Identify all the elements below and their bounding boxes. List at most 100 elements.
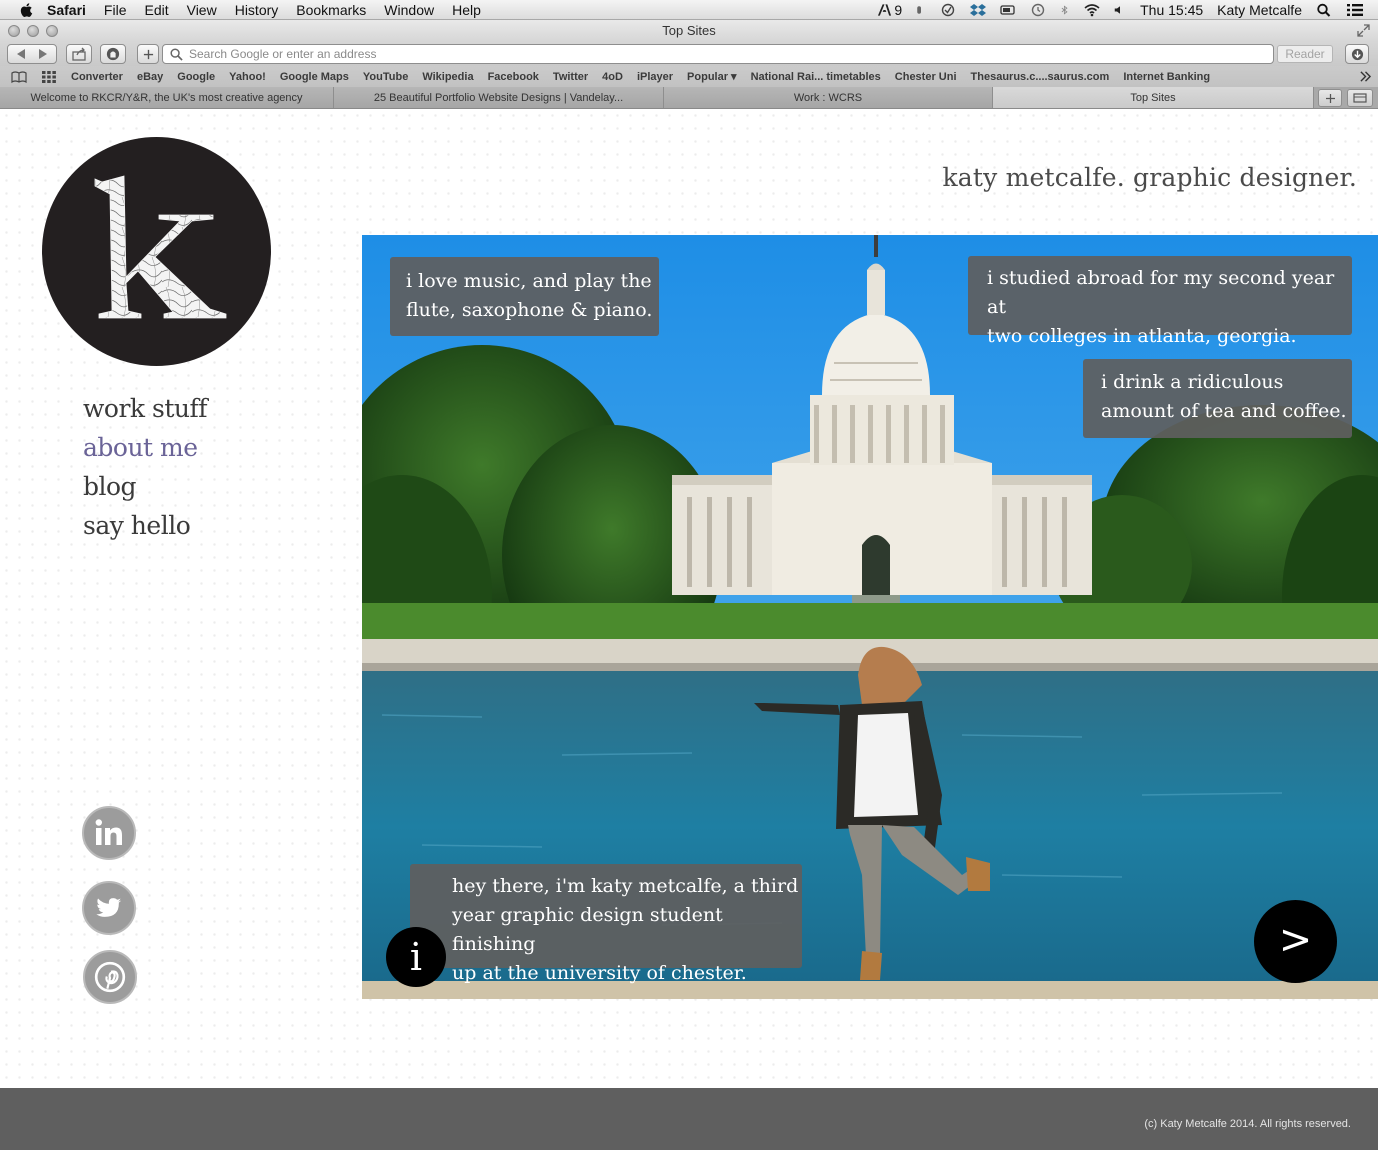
linkedin-button[interactable] <box>82 806 136 860</box>
window-title: Top Sites <box>662 23 716 38</box>
download-icon <box>1351 48 1363 60</box>
tab-title: Welcome to RKCR/Y&R, the UK's most creat… <box>30 91 303 104</box>
ghostery-button[interactable] <box>100 44 126 64</box>
search-icon <box>170 47 183 61</box>
nav-say-hello[interactable]: say hello <box>83 510 207 549</box>
menu-file[interactable]: File <box>104 2 127 18</box>
info-button[interactable]: i <box>386 927 446 987</box>
twitter-button[interactable] <box>82 881 136 935</box>
bubble-line: i studied abroad for my second year at <box>987 267 1335 318</box>
bubble-line: up at the university of chester. <box>452 962 747 984</box>
bubble-line: i drink a ridiculous <box>1101 371 1284 393</box>
adobe-icon <box>878 4 892 16</box>
adobe-status[interactable]: 9 <box>877 2 902 18</box>
bookmark-yahoo[interactable]: Yahoo! <box>229 71 266 83</box>
time-machine-icon[interactable] <box>1030 3 1046 17</box>
bookmark-internet-banking[interactable]: Internet Banking <box>1123 71 1210 83</box>
menu-edit[interactable]: Edit <box>144 2 168 18</box>
hero-photo: i love music, and play the flute, saxoph… <box>362 235 1378 999</box>
new-tab-button[interactable] <box>1318 89 1342 107</box>
bubble-line: hey there, i'm katy metcalfe, a third <box>452 875 799 897</box>
bookmark-google-maps[interactable]: Google Maps <box>280 71 349 83</box>
linkedin-icon <box>95 819 122 845</box>
forward-arrow-icon[interactable] <box>32 47 52 61</box>
pinterest-icon <box>94 961 126 993</box>
dropbox-icon[interactable] <box>970 3 987 17</box>
bookmark-ebay[interactable]: eBay <box>137 71 163 83</box>
bluetooth-icon[interactable] <box>1060 3 1070 17</box>
menu-help[interactable]: Help <box>452 2 481 18</box>
menu-bar: Safari File Edit View History Bookmarks … <box>0 0 1378 20</box>
bubble-line: amount of tea and coffee. <box>1101 400 1347 422</box>
battery-app-icon[interactable] <box>1000 3 1016 17</box>
apple-icon[interactable] <box>19 2 35 18</box>
nav-about-me[interactable]: about me <box>83 432 207 471</box>
bookmark-twitter[interactable]: Twitter <box>553 71 588 83</box>
tab-wcrs[interactable]: Work : WCRS <box>664 87 993 108</box>
menu-app-name[interactable]: Safari <box>47 2 86 18</box>
plus-icon <box>143 49 153 59</box>
speech-bubble-tea: i drink a ridiculous amount of tea and c… <box>1083 359 1352 438</box>
pinterest-button[interactable] <box>83 950 137 1004</box>
menu-history[interactable]: History <box>235 2 279 18</box>
menu-extras: 9 Thu 15:45 Katy Metcalfe <box>877 0 1378 20</box>
menubar-clock[interactable]: Thu 15:45 <box>1140 2 1203 18</box>
tab-vandelay[interactable]: 25 Beautiful Portfolio Website Designs |… <box>334 87 664 108</box>
tab-view-button[interactable] <box>1347 89 1373 107</box>
bookmark-4od[interactable]: 4oD <box>602 71 623 83</box>
reading-list-icon[interactable] <box>11 70 27 84</box>
top-sites-grid-icon[interactable] <box>41 70 57 84</box>
site-tagline: katy metcalfe. graphic designer. <box>942 163 1357 192</box>
site-logo[interactable] <box>42 137 271 366</box>
share-button[interactable] <box>66 44 92 64</box>
bookmark-popular-folder[interactable]: Popular ▾ <box>687 70 737 83</box>
search-input[interactable]: Search Google or enter an address <box>189 47 376 61</box>
reader-button[interactable]: Reader <box>1277 45 1333 63</box>
fullscreen-icon[interactable] <box>1357 24 1370 37</box>
speech-bubble-music: i love music, and play the flute, saxoph… <box>390 257 659 336</box>
bookmarks-overflow-icon[interactable] <box>1359 71 1372 82</box>
bookmark-iplayer[interactable]: iPlayer <box>637 71 673 83</box>
tab-top-sites[interactable]: Top Sites <box>993 87 1314 108</box>
evernote-icon[interactable] <box>916 3 926 17</box>
wifi-icon[interactable] <box>1084 3 1100 17</box>
bubble-line: flute, saxophone & piano. <box>406 299 653 321</box>
bookmark-thesaurus[interactable]: Thesaurus.c....saurus.com <box>971 71 1110 83</box>
bubble-line: two colleges in atlanta, georgia. <box>987 325 1297 347</box>
volume-icon[interactable] <box>1114 3 1126 17</box>
browser-toolbar: Search Google or enter an address Reader <box>0 42 1378 66</box>
nav-work-stuff[interactable]: work stuff <box>83 393 207 432</box>
tab-title: 25 Beautiful Portfolio Website Designs |… <box>373 91 624 104</box>
spotlight-icon[interactable] <box>1316 3 1332 17</box>
bookmark-facebook[interactable]: Facebook <box>488 71 539 83</box>
web-page: katy metcalfe. graphic designer. work st… <box>0 109 1378 1088</box>
next-slide-button[interactable]: > <box>1254 900 1337 983</box>
tab-title: Work : WCRS <box>793 91 863 104</box>
tab-rkcr[interactable]: Welcome to RKCR/Y&R, the UK's most creat… <box>0 87 334 108</box>
bookmark-chester-uni[interactable]: Chester Uni <box>895 71 957 83</box>
adobe-count: 9 <box>894 2 903 18</box>
bookmark-wikipedia[interactable]: Wikipedia <box>422 71 473 83</box>
add-bookmark-button[interactable] <box>137 44 159 64</box>
menubar-user[interactable]: Katy Metcalfe <box>1217 2 1302 18</box>
nav-blog[interactable]: blog <box>83 471 207 510</box>
address-bar[interactable]: Search Google or enter an address <box>162 44 1274 64</box>
menu-bookmarks[interactable]: Bookmarks <box>296 2 366 18</box>
site-navigation: work stuff about me blog say hello <box>83 393 207 549</box>
ghost-icon <box>106 47 120 61</box>
bubble-line: i love music, and play the <box>406 270 652 292</box>
back-arrow-icon[interactable] <box>12 47 32 61</box>
notification-center-icon[interactable] <box>1346 3 1364 17</box>
copyright-text: (c) Katy Metcalfe 2014. All rights reser… <box>1144 1118 1351 1130</box>
tab-overview-icon <box>1353 93 1367 103</box>
menu-view[interactable]: View <box>187 2 217 18</box>
bookmark-google[interactable]: Google <box>177 71 215 83</box>
bookmark-national-rail[interactable]: National Rai... timetables <box>751 71 881 83</box>
downloads-button[interactable] <box>1345 44 1369 64</box>
speech-bubble-intro: hey there, i'm katy metcalfe, a third ye… <box>410 864 802 984</box>
bookmark-youtube[interactable]: YouTube <box>363 71 408 83</box>
bookmarks-bar: Converter eBay Google Yahoo! Google Maps… <box>0 66 1378 87</box>
menu-window[interactable]: Window <box>384 2 434 18</box>
bookmark-converter[interactable]: Converter <box>71 71 123 83</box>
checkmark-icon[interactable] <box>940 3 956 17</box>
